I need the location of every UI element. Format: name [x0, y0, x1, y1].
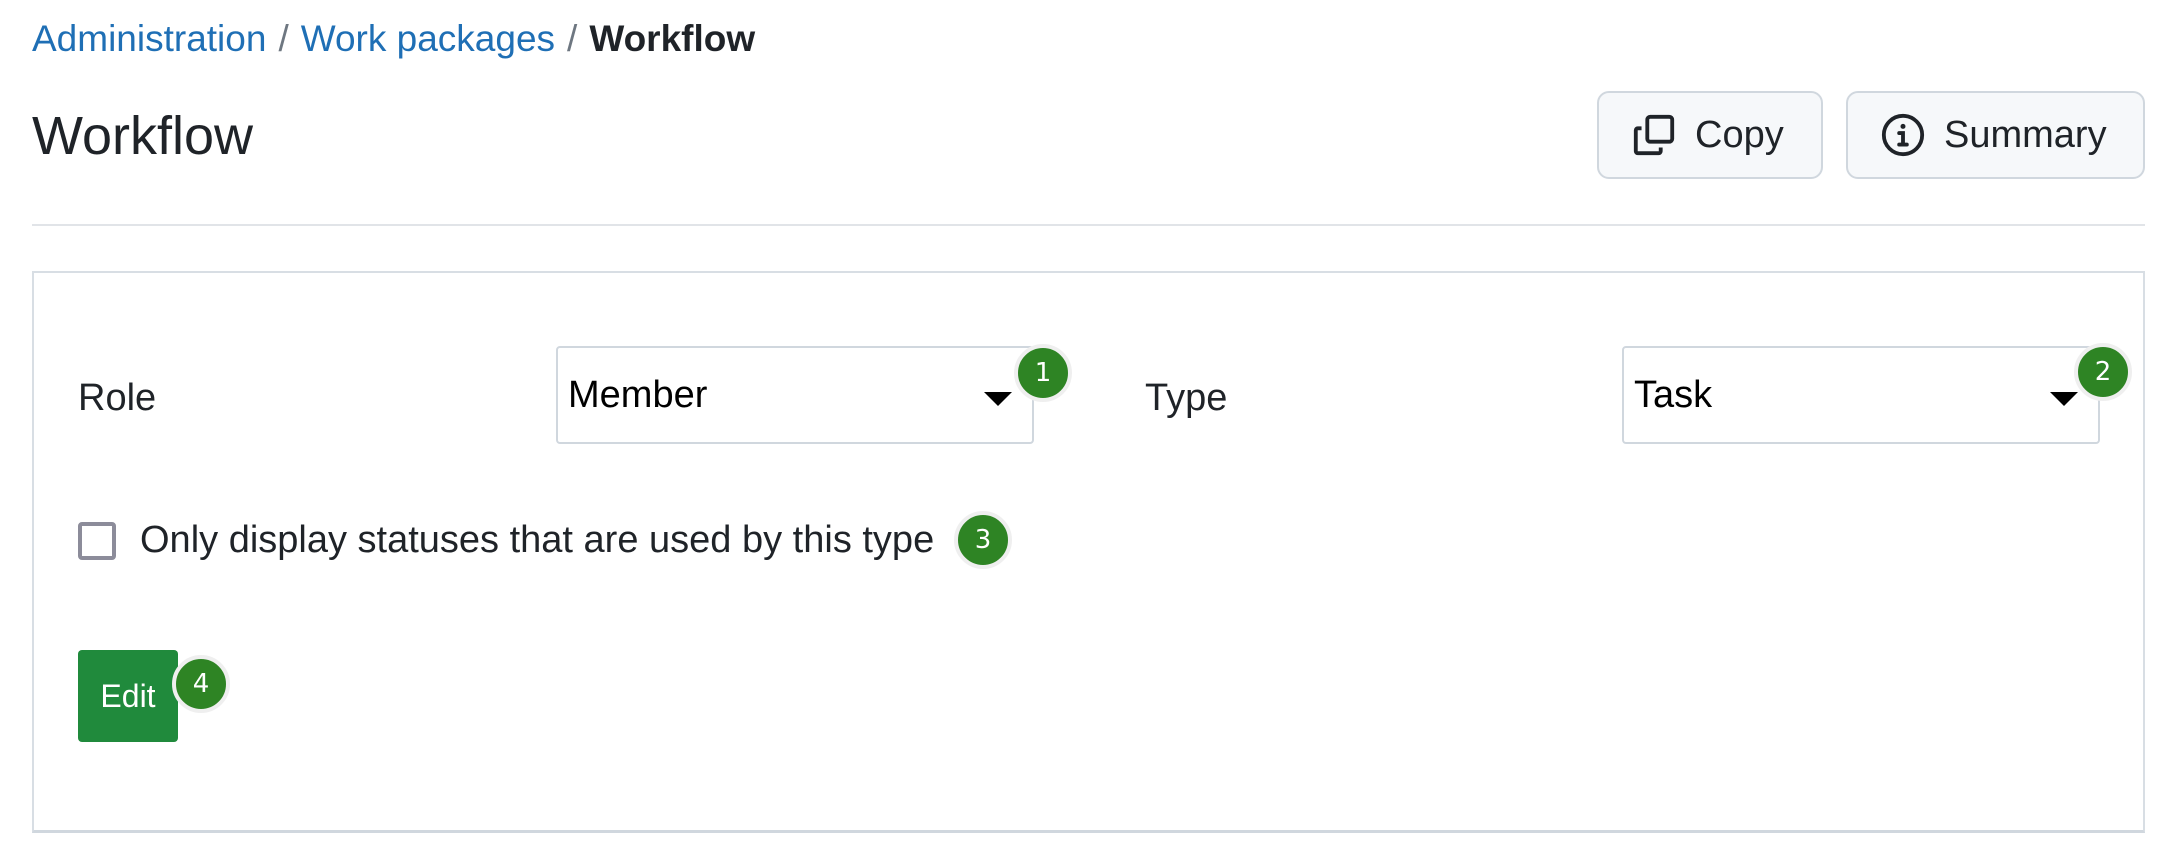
chevron-down-icon [2050, 392, 2078, 406]
annotation-badge-4: 4 [172, 655, 230, 713]
role-label: Role [78, 377, 157, 419]
edit-button[interactable]: Edit [78, 650, 178, 742]
info-icon [1881, 113, 1925, 157]
breadcrumb-current: Workflow [589, 18, 756, 59]
breadcrumb-administration[interactable]: Administration [32, 18, 266, 59]
breadcrumb: Administration / Work packages / Workflow [32, 14, 755, 64]
role-select[interactable]: Member [556, 346, 1034, 444]
breadcrumb-work-packages[interactable]: Work packages [301, 18, 555, 59]
used-statuses-only-checkbox[interactable] [78, 522, 116, 560]
page: Administration / Work packages / Workflow Wo… [0, 0, 2166, 850]
page-title: Workflow [32, 106, 254, 166]
summary-button[interactable]: Summary [1846, 91, 2145, 179]
copy-button[interactable]: Copy [1597, 91, 1823, 179]
annotation-badge-3: 3 [954, 511, 1012, 569]
annotation-badge-1: 1 [1014, 344, 1072, 402]
copy-icon [1633, 114, 1675, 156]
role-select-value: Member [568, 373, 708, 416]
breadcrumb-separator: / [278, 18, 289, 59]
header-divider [32, 224, 2145, 226]
type-select-value: Task [1634, 373, 1713, 416]
type-label: Type [1145, 377, 1228, 419]
chevron-down-icon [984, 392, 1012, 406]
summary-button-label: Summary [1944, 113, 2107, 156]
copy-button-label: Copy [1695, 113, 1784, 156]
breadcrumb-separator: / [567, 18, 578, 59]
annotation-badge-2: 2 [2074, 343, 2132, 401]
used-statuses-only-label[interactable]: Only display statuses that are used by t… [140, 518, 934, 562]
type-select[interactable]: Task [1622, 346, 2100, 444]
